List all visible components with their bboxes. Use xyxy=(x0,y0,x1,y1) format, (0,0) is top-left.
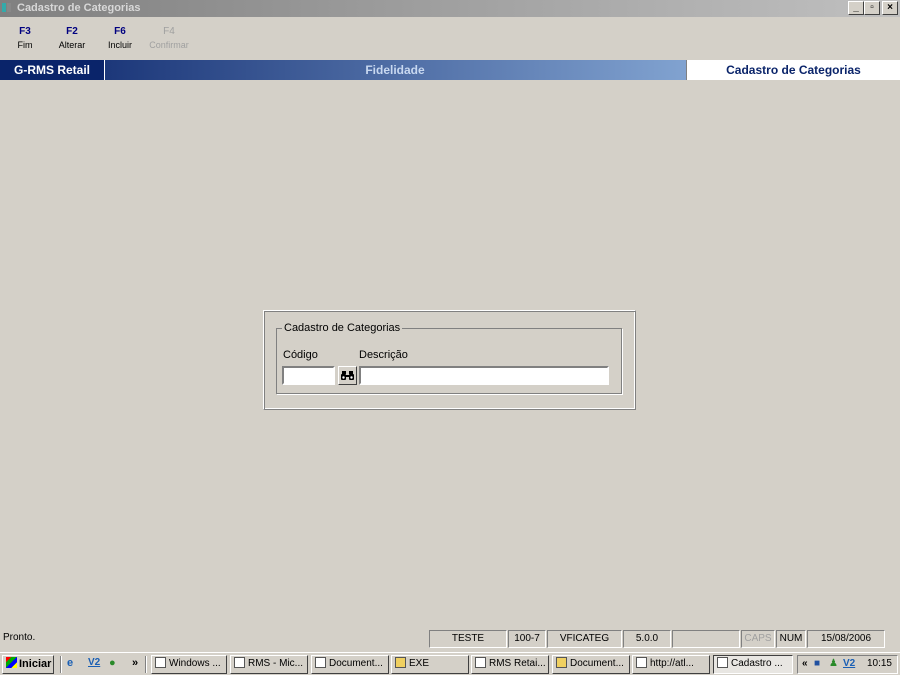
status-caps: CAPS xyxy=(741,630,775,648)
task-label: http://atl... xyxy=(650,658,694,669)
task-label: Document... xyxy=(570,658,624,669)
module-label: Fidelidade xyxy=(365,63,425,77)
word-icon xyxy=(315,657,326,668)
fkey-code: F4 xyxy=(163,26,175,37)
brand-label: G-RMS Retail xyxy=(0,60,105,80)
screen-title: Cadastro de Categorias xyxy=(686,60,900,80)
binoculars-icon xyxy=(341,371,354,380)
taskbar-separator xyxy=(60,656,62,673)
window-icon xyxy=(155,657,166,668)
descricao-label: Descrição xyxy=(359,349,408,361)
descricao-input[interactable] xyxy=(359,366,609,385)
search-button[interactable] xyxy=(338,366,357,385)
fkey-label: Fim xyxy=(17,40,33,50)
minimize-icon[interactable]: _ xyxy=(848,1,864,15)
status-code: 100-7 xyxy=(508,630,546,648)
form-panel: Cadastro de Categorias Código Descrição xyxy=(263,310,636,410)
incluir-button[interactable]: F6 Incluir xyxy=(100,26,140,50)
status-date: 15/08/2006 xyxy=(807,630,885,648)
window-controls: _ ▫ × xyxy=(848,1,898,16)
taskbar: Iniciar e V2 ● » Windows ... RMS - Mic..… xyxy=(0,652,900,675)
restore-icon[interactable]: ▫ xyxy=(864,1,880,15)
task-button[interactable]: EXE xyxy=(391,655,469,674)
vb-icon[interactable]: V2 xyxy=(88,657,100,668)
task-button[interactable]: Document... xyxy=(552,655,630,674)
task-button[interactable]: RMS - Mic... xyxy=(230,655,308,674)
task-label: RMS Retai... xyxy=(489,658,546,669)
status-num: NUM xyxy=(776,630,806,648)
status-bar: Pronto. TESTE 100-7 VFICATEG 5.0.0 CAPS … xyxy=(0,629,900,649)
tray-chevron-icon[interactable]: « xyxy=(802,656,808,672)
task-button[interactable]: RMS Retai... xyxy=(471,655,549,674)
status-env: TESTE xyxy=(429,630,507,648)
ie-icon xyxy=(234,657,245,668)
status-message: Pronto. xyxy=(3,632,36,643)
task-label: Cadastro ... xyxy=(731,658,783,669)
categorias-groupbox: Cadastro de Categorias Código Descrição xyxy=(276,322,622,394)
confirmar-button[interactable]: F4 Confirmar xyxy=(149,26,189,50)
status-program: VFICATEG xyxy=(547,630,622,648)
header-banner: G-RMS Retail Fidelidade Cadastro de Cate… xyxy=(0,60,900,80)
taskbar-separator xyxy=(145,656,147,673)
task-button-active[interactable]: Cadastro ... xyxy=(713,655,793,674)
codigo-label: Código xyxy=(283,349,318,361)
status-version: 5.0.0 xyxy=(623,630,671,648)
task-button[interactable]: Document... xyxy=(311,655,389,674)
ie-icon[interactable]: e xyxy=(67,657,73,669)
task-label: Windows ... xyxy=(169,658,221,669)
ie-icon xyxy=(636,657,647,668)
window-title: Cadastro de Categorias xyxy=(17,2,141,14)
vb-tray-icon[interactable]: V2 xyxy=(843,656,855,672)
fkey-label: Alterar xyxy=(58,40,86,50)
rms-icon xyxy=(717,657,728,668)
alterar-button[interactable]: F2 Alterar xyxy=(52,26,92,50)
start-button[interactable]: Iniciar xyxy=(2,655,54,674)
network-icon[interactable]: ■ xyxy=(814,656,820,672)
task-button[interactable]: http://atl... xyxy=(632,655,710,674)
groupbox-title: Cadastro de Categorias xyxy=(282,322,403,334)
folder-icon xyxy=(556,657,567,668)
fkey-code: F2 xyxy=(66,26,78,37)
task-label: Document... xyxy=(329,658,383,669)
quicklaunch-chevron-icon[interactable]: » xyxy=(132,657,138,669)
function-key-toolbar: F3 Fim F2 Alterar F6 Incluir F4 Confirma… xyxy=(0,21,900,57)
task-label: EXE xyxy=(409,658,430,669)
messenger-icon[interactable]: ♟ xyxy=(829,656,838,672)
start-label: Iniciar xyxy=(19,658,52,670)
codigo-input[interactable] xyxy=(282,366,335,385)
app-icon xyxy=(2,3,16,14)
close-icon[interactable]: × xyxy=(882,1,898,15)
clock[interactable]: 10:15 xyxy=(867,656,892,672)
fkey-label: Incluir xyxy=(107,40,132,50)
rms-icon xyxy=(475,657,486,668)
system-tray: « ■ ♟ V2 10:15 xyxy=(797,655,898,674)
task-label: RMS - Mic... xyxy=(248,658,303,669)
task-button[interactable]: Windows ... xyxy=(151,655,227,674)
fkey-code: F6 xyxy=(114,26,126,37)
windows-logo-icon xyxy=(6,657,17,668)
fim-button[interactable]: F3 Fim xyxy=(5,26,45,50)
status-blank xyxy=(672,630,740,648)
folder-icon xyxy=(395,657,406,668)
fkey-code: F3 xyxy=(19,26,31,37)
media-icon[interactable]: ● xyxy=(109,657,116,669)
title-bar[interactable]: Cadastro de Categorias _ ▫ × xyxy=(0,0,900,17)
fkey-label: Confirmar xyxy=(149,40,189,50)
